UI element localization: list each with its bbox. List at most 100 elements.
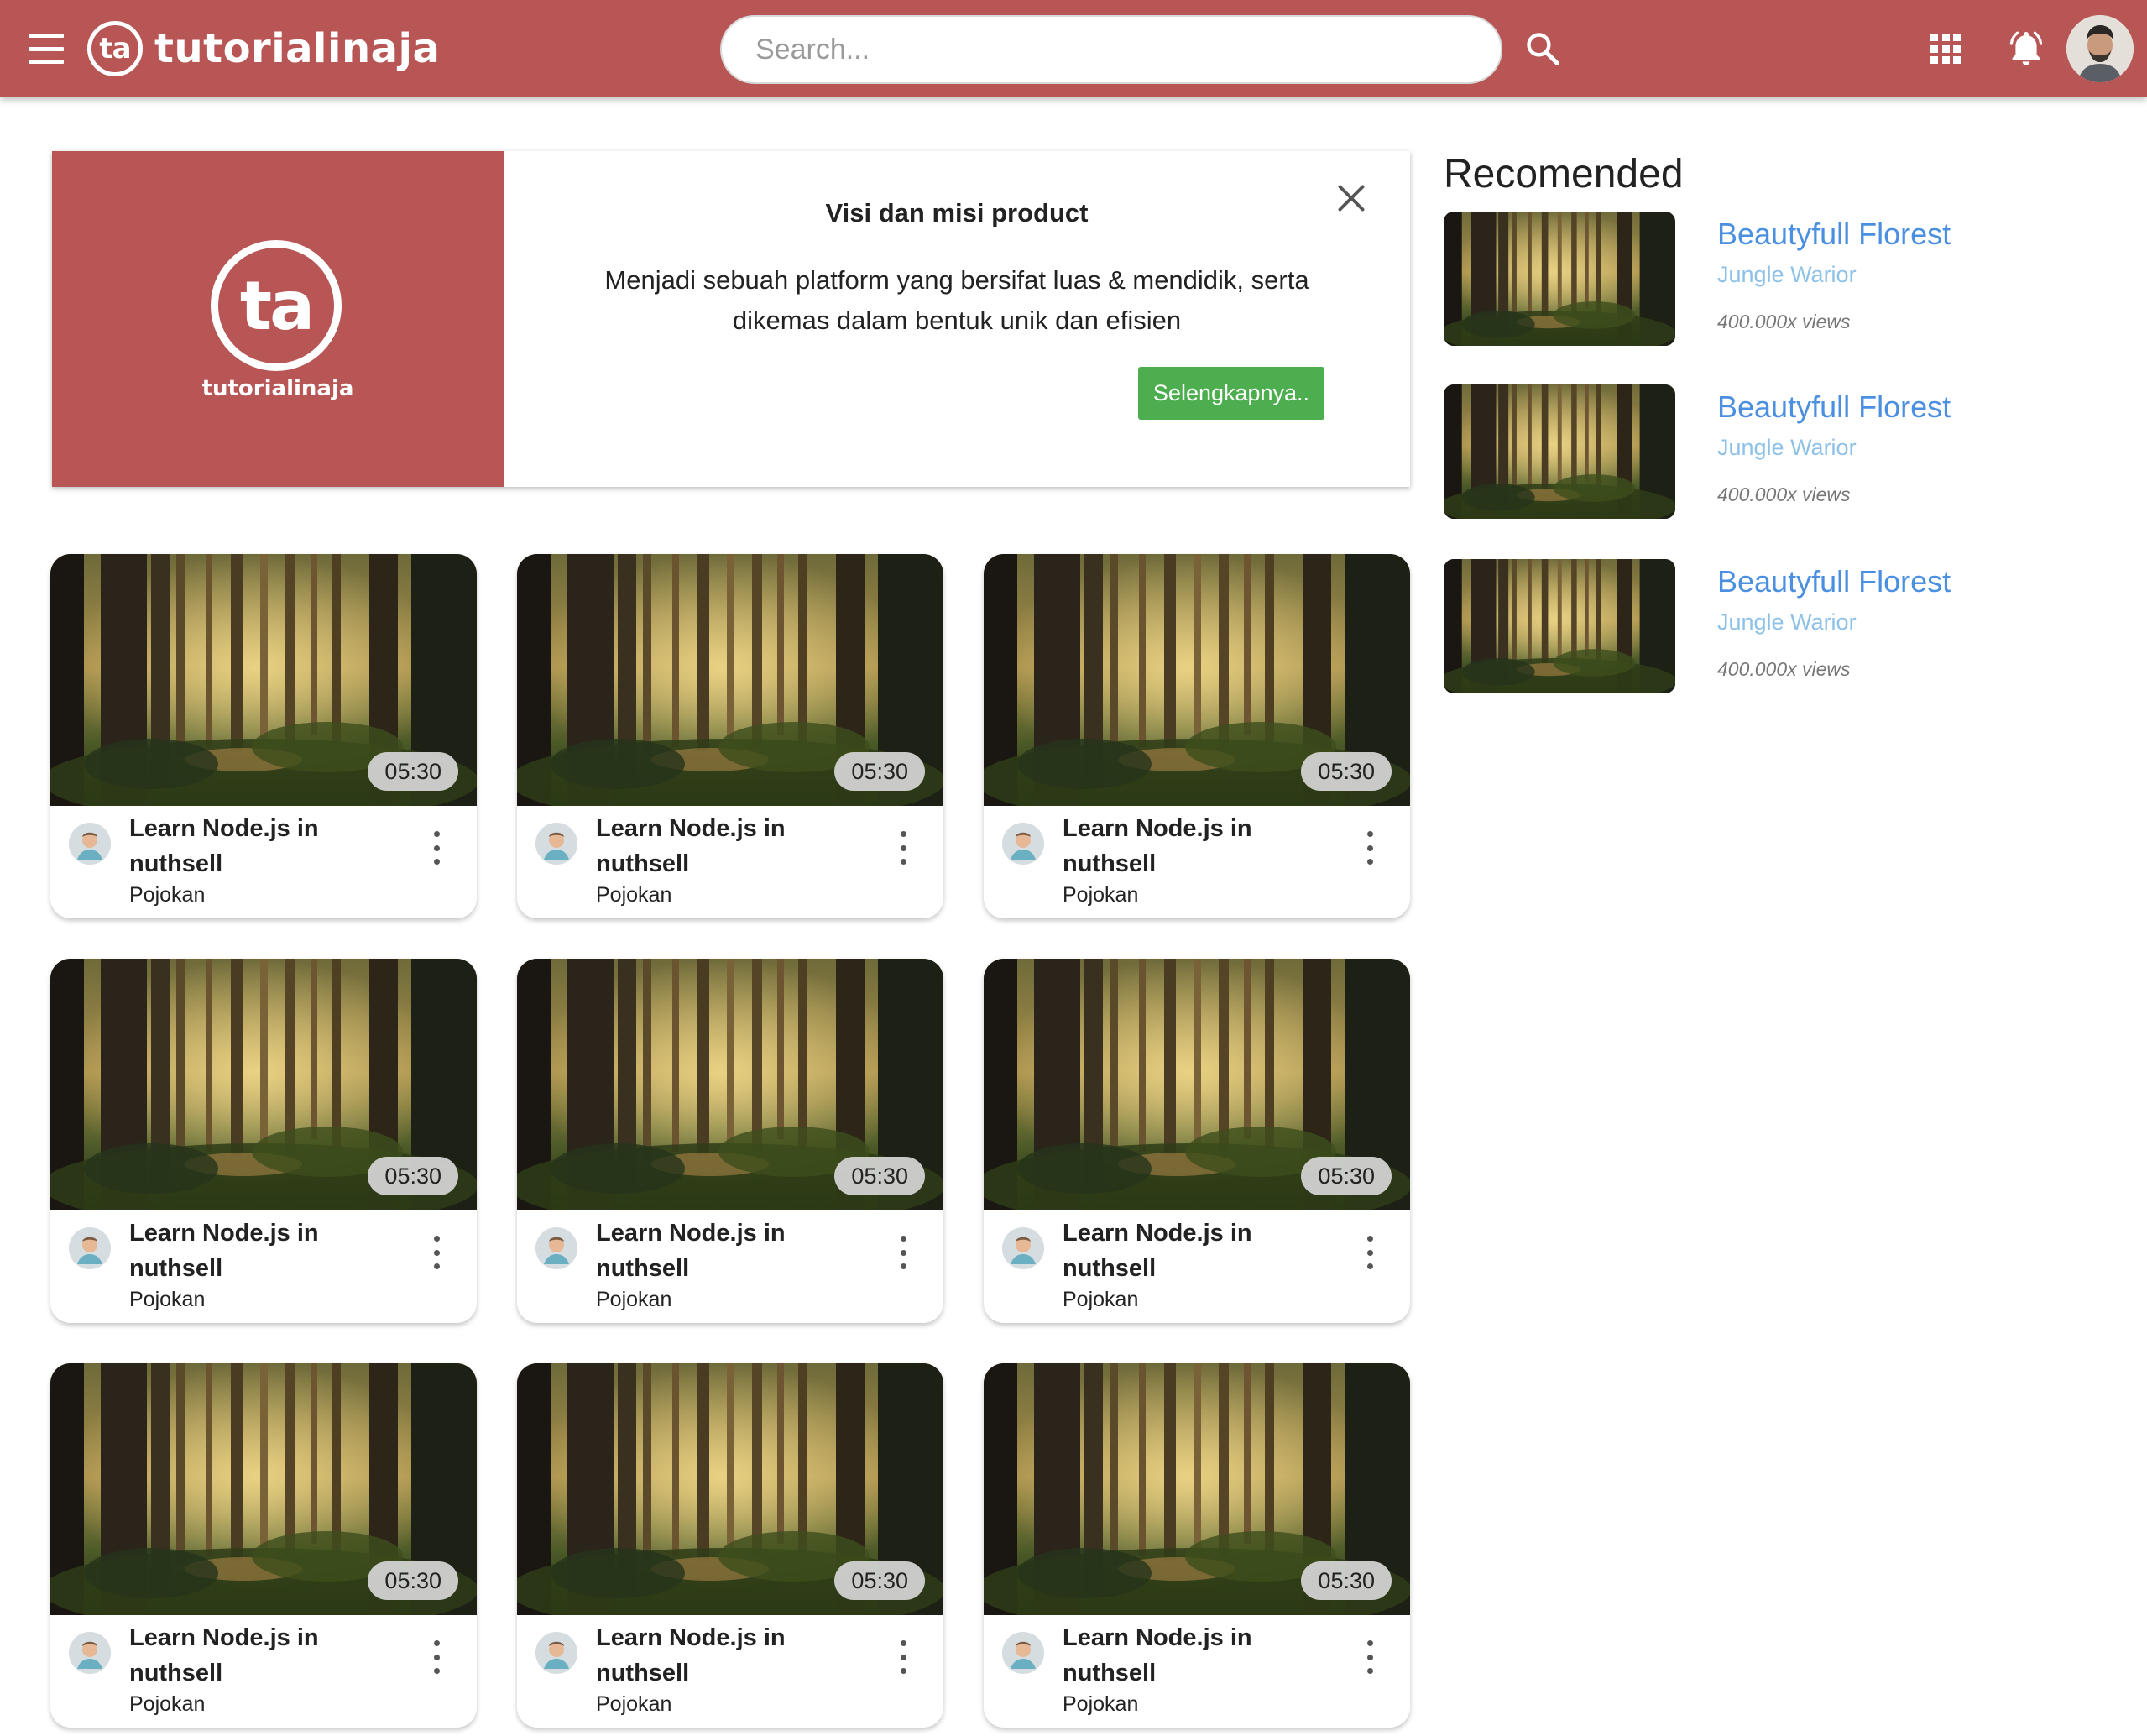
search-input[interactable] bbox=[720, 15, 1502, 84]
user-avatar[interactable] bbox=[2066, 15, 2134, 82]
recommended-thumbnail[interactable] bbox=[1444, 559, 1675, 693]
more-options-icon[interactable] bbox=[1360, 831, 1380, 865]
video-duration-badge: 05:30 bbox=[1301, 1157, 1392, 1195]
channel-avatar[interactable] bbox=[535, 1227, 577, 1269]
channel-avatar[interactable] bbox=[1002, 823, 1044, 865]
recommended-views: 400.000x views bbox=[1717, 311, 1851, 332]
brand-mark: ta bbox=[87, 21, 143, 76]
user-avatar-image bbox=[2066, 15, 2134, 82]
apps-grid-icon[interactable] bbox=[1930, 34, 1961, 64]
close-icon[interactable] bbox=[1336, 183, 1366, 213]
channel-name[interactable]: Pojokan bbox=[596, 883, 671, 907]
video-card[interactable]: 05:30 Learn Node.js in nuthsell Pojokan bbox=[984, 1363, 1410, 1728]
promo-banner: ta tutorialinaja Visi dan misi product M… bbox=[52, 151, 1410, 487]
channel-name[interactable]: Pojokan bbox=[129, 1692, 205, 1717]
bell-icon[interactable] bbox=[2006, 27, 2046, 69]
video-card[interactable]: 05:30 Learn Node.js in nuthsell Pojokan bbox=[50, 1363, 477, 1728]
video-thumbnail[interactable]: 05:30 bbox=[984, 959, 1410, 1210]
video-card[interactable]: 05:30 Learn Node.js in nuthsell Pojokan bbox=[984, 554, 1410, 918]
video-duration-badge: 05:30 bbox=[368, 1561, 458, 1600]
recommended-views: 400.000x views bbox=[1717, 658, 1851, 680]
video-thumbnail[interactable]: 05:30 bbox=[50, 554, 477, 806]
video-thumbnail[interactable]: 05:30 bbox=[50, 1363, 477, 1615]
banner-description: Menjadi sebuah platform yang bersifat lu… bbox=[588, 260, 1326, 341]
recommended-channel[interactable]: Jungle Warior bbox=[1717, 262, 1857, 288]
video-thumbnail[interactable]: 05:30 bbox=[517, 1363, 943, 1615]
banner-logo-mark: ta bbox=[211, 240, 342, 371]
video-card[interactable]: 05:30 Learn Node.js in nuthsell Pojokan bbox=[50, 959, 477, 1323]
video-duration-badge: 05:30 bbox=[368, 752, 458, 791]
more-options-icon[interactable] bbox=[426, 1236, 447, 1269]
recommended-views: 400.000x views bbox=[1717, 484, 1851, 505]
recommended-thumbnail[interactable] bbox=[1444, 212, 1675, 346]
more-options-icon[interactable] bbox=[1360, 1236, 1380, 1269]
video-duration-badge: 05:30 bbox=[1301, 1561, 1392, 1600]
banner-content: Visi dan misi product Menjadi sebuah pla… bbox=[504, 151, 1410, 487]
banner-description-line: Menjadi sebuah platform yang bersifat lu… bbox=[604, 265, 1309, 295]
banner-logo-name: tutorialinaja bbox=[201, 376, 354, 401]
video-title[interactable]: Learn Node.js in nuthsell bbox=[596, 1216, 848, 1286]
video-duration-badge: 05:30 bbox=[834, 1157, 925, 1195]
channel-name[interactable]: Pojokan bbox=[1063, 883, 1138, 907]
video-title[interactable]: Learn Node.js in nuthsell bbox=[1063, 811, 1314, 881]
video-title[interactable]: Learn Node.js in nuthsell bbox=[1063, 1620, 1314, 1691]
video-card[interactable]: 05:30 Learn Node.js in nuthsell Pojokan bbox=[517, 959, 943, 1323]
banner-logo-panel: ta tutorialinaja bbox=[52, 151, 504, 487]
channel-avatar[interactable] bbox=[535, 823, 577, 865]
brand-name: tutorialinaja bbox=[154, 25, 441, 72]
video-card[interactable]: 05:30 Learn Node.js in nuthsell Pojokan bbox=[517, 554, 943, 918]
more-options-icon[interactable] bbox=[893, 831, 913, 865]
more-options-icon[interactable] bbox=[893, 1640, 913, 1674]
menu-icon[interactable] bbox=[29, 34, 64, 64]
top-app-bar: ta tutorialinaja bbox=[0, 0, 2147, 97]
banner-title: Visi dan misi product bbox=[825, 198, 1089, 227]
more-options-icon[interactable] bbox=[893, 1236, 913, 1269]
video-thumbnail[interactable]: 05:30 bbox=[517, 554, 943, 806]
video-duration-badge: 05:30 bbox=[1301, 752, 1392, 791]
channel-name[interactable]: Pojokan bbox=[129, 1288, 205, 1312]
video-title[interactable]: Learn Node.js in nuthsell bbox=[129, 1620, 381, 1691]
recommended-title[interactable]: Beautyfull Florest bbox=[1717, 390, 1951, 425]
channel-avatar[interactable] bbox=[1002, 1632, 1044, 1674]
video-card[interactable]: 05:30 Learn Node.js in nuthsell Pojokan bbox=[517, 1363, 943, 1728]
channel-name[interactable]: Pojokan bbox=[1063, 1692, 1138, 1717]
video-title[interactable]: Learn Node.js in nuthsell bbox=[596, 811, 848, 881]
video-title[interactable]: Learn Node.js in nuthsell bbox=[596, 1620, 848, 1691]
brand-logo-link[interactable]: ta tutorialinaja bbox=[87, 20, 440, 77]
recommended-item[interactable]: Beautyfull Florest Jungle Warior 400.000… bbox=[1444, 559, 2115, 693]
recommended-title[interactable]: Beautyfull Florest bbox=[1717, 564, 1951, 599]
video-duration-badge: 05:30 bbox=[368, 1157, 458, 1195]
channel-avatar[interactable] bbox=[69, 823, 111, 865]
channel-name[interactable]: Pojokan bbox=[129, 883, 205, 907]
video-duration-badge: 05:30 bbox=[834, 1561, 925, 1600]
more-options-icon[interactable] bbox=[1360, 1640, 1380, 1674]
video-card[interactable]: 05:30 Learn Node.js in nuthsell Pojokan bbox=[984, 959, 1410, 1323]
channel-name[interactable]: Pojokan bbox=[596, 1288, 671, 1312]
video-title[interactable]: Learn Node.js in nuthsell bbox=[129, 811, 381, 881]
more-options-icon[interactable] bbox=[426, 831, 447, 865]
recommended-item[interactable]: Beautyfull Florest Jungle Warior 400.000… bbox=[1444, 384, 2115, 519]
video-thumbnail[interactable]: 05:30 bbox=[984, 554, 1410, 806]
banner-description-line: dikemas dalam bentuk unik dan efisien bbox=[732, 306, 1182, 335]
channel-avatar[interactable] bbox=[69, 1632, 111, 1674]
video-title[interactable]: Learn Node.js in nuthsell bbox=[1063, 1216, 1314, 1286]
recommended-channel[interactable]: Jungle Warior bbox=[1717, 435, 1857, 461]
video-card[interactable]: 05:30 Learn Node.js in nuthsell Pojokan bbox=[50, 554, 477, 918]
channel-avatar[interactable] bbox=[535, 1632, 577, 1674]
more-options-icon[interactable] bbox=[426, 1640, 447, 1674]
read-more-button[interactable]: Selengkapnya.. bbox=[1138, 367, 1324, 420]
channel-name[interactable]: Pojokan bbox=[596, 1692, 671, 1717]
recommended-channel[interactable]: Jungle Warior bbox=[1717, 609, 1857, 635]
channel-name[interactable]: Pojokan bbox=[1063, 1288, 1138, 1312]
video-thumbnail[interactable]: 05:30 bbox=[517, 959, 943, 1210]
recommended-thumbnail[interactable] bbox=[1444, 384, 1675, 519]
recommended-title[interactable]: Beautyfull Florest bbox=[1717, 217, 1951, 252]
video-thumbnail[interactable]: 05:30 bbox=[984, 1363, 1410, 1615]
video-duration-badge: 05:30 bbox=[834, 752, 925, 791]
channel-avatar[interactable] bbox=[69, 1227, 111, 1269]
recommended-item[interactable]: Beautyfull Florest Jungle Warior 400.000… bbox=[1444, 212, 2115, 346]
video-thumbnail[interactable]: 05:30 bbox=[50, 959, 477, 1210]
channel-avatar[interactable] bbox=[1002, 1227, 1044, 1269]
video-title[interactable]: Learn Node.js in nuthsell bbox=[129, 1216, 381, 1286]
search-icon[interactable] bbox=[1524, 30, 1561, 67]
